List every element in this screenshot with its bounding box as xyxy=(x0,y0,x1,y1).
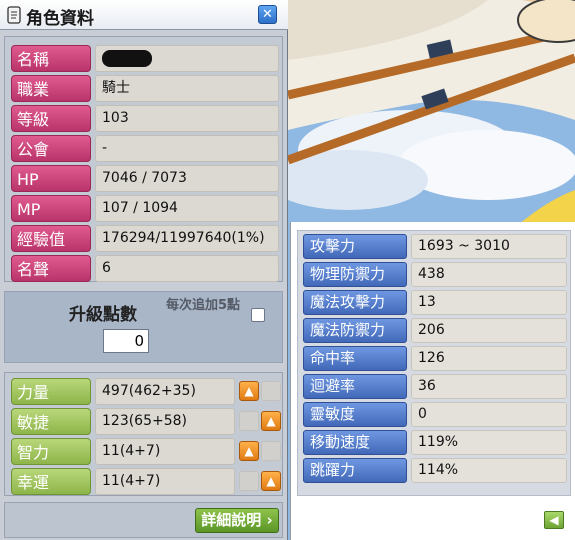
attr-value: 11(4+7) xyxy=(95,438,235,465)
stat-value: 114% xyxy=(411,458,567,483)
basic-info-section: 名稱 職業 騎士 等級 103 公會 - HP 7046 / 7073 MP 1… xyxy=(4,36,283,282)
attr-label: 敏捷 xyxy=(11,408,91,435)
stat-label: 靈敏度 xyxy=(303,402,407,427)
info-label: 職業 xyxy=(11,75,91,102)
info-value: 7046 / 7073 xyxy=(95,165,279,192)
detail-stats-list: 攻擊力 1693 ~ 3010 物理防禦力 438 魔法攻擊力 13 魔法防禦力… xyxy=(297,230,571,496)
close-icon: ✕ xyxy=(262,7,273,22)
footer-section: 詳細說明 › xyxy=(4,502,283,538)
arrow-up-icon: ▲ xyxy=(266,474,276,488)
stat-label: 攻擊力 xyxy=(303,234,407,259)
luk-up-button[interactable]: ▲ xyxy=(261,471,281,491)
detail-button-label: 詳細說明 xyxy=(201,511,262,529)
stat-label: 命中率 xyxy=(303,346,407,371)
stat-label: 魔法防禦力 xyxy=(303,318,407,343)
stat-label: 魔法攻擊力 xyxy=(303,290,407,315)
dex-button-disabled xyxy=(239,411,259,431)
ability-points-value: 0 xyxy=(103,329,149,353)
int-button-disabled xyxy=(261,441,281,461)
stat-value: 0 xyxy=(411,402,567,427)
str-button-disabled xyxy=(261,381,281,401)
window-title: 角色資料 xyxy=(26,9,94,29)
info-label: 經驗值 xyxy=(11,225,91,252)
stat-value: 126 xyxy=(411,346,567,371)
info-label: HP xyxy=(11,165,91,192)
collapse-detail-button[interactable]: ◀ xyxy=(544,511,564,529)
info-value: 騎士 xyxy=(95,75,279,102)
arrow-up-icon: ▲ xyxy=(244,444,254,458)
attributes-section: 力量 497(462+35) ▲ 敏捷 123(65+58) ▲ 智力 11(4… xyxy=(4,372,283,496)
info-value: 176294/11997640(1%) xyxy=(95,225,279,252)
info-label: 名聲 xyxy=(11,255,91,282)
redacted-name xyxy=(102,50,152,67)
info-label: 公會 xyxy=(11,135,91,162)
auto-assign-hint: 每次追加5點 xyxy=(165,298,241,313)
stat-label: 跳躍力 xyxy=(303,458,407,483)
attr-label: 智力 xyxy=(11,438,91,465)
info-value: 103 xyxy=(95,105,279,132)
str-up-button[interactable]: ▲ xyxy=(239,381,259,401)
chevron-right-icon: › xyxy=(261,511,273,529)
luk-button-disabled xyxy=(239,471,259,491)
info-label: MP xyxy=(11,195,91,222)
auto-assign-checkbox[interactable] xyxy=(251,308,265,322)
stat-value: 36 xyxy=(411,374,567,399)
window-title-bar[interactable]: 角色資料 ✕ xyxy=(0,0,288,30)
detail-stats-window: 攻擊力 1693 ~ 3010 物理防禦力 438 魔法攻擊力 13 魔法防禦力… xyxy=(290,222,575,540)
ability-points-section: 升級點數 0 每次追加5點 xyxy=(4,291,283,363)
stat-value: 438 xyxy=(411,262,567,287)
attr-value: 497(462+35) xyxy=(95,378,235,405)
arrow-left-icon: ◀ xyxy=(549,513,559,527)
attr-value: 123(65+58) xyxy=(95,408,235,435)
scroll-icon xyxy=(7,6,21,24)
int-up-button[interactable]: ▲ xyxy=(239,441,259,461)
detail-button[interactable]: 詳細說明 › xyxy=(195,508,279,533)
stat-value: 119% xyxy=(411,430,567,455)
stat-value: 206 xyxy=(411,318,567,343)
info-value xyxy=(95,45,279,72)
ability-points-label: 升級點數 xyxy=(69,305,137,325)
character-info-window: 角色資料 ✕ 名稱 職業 騎士 等級 103 公會 - HP 7046 / 70… xyxy=(0,0,288,540)
attr-label: 幸運 xyxy=(11,468,91,495)
stat-label: 物理防禦力 xyxy=(303,262,407,287)
dex-up-button[interactable]: ▲ xyxy=(261,411,281,431)
info-label: 等級 xyxy=(11,105,91,132)
attr-value: 11(4+7) xyxy=(95,468,235,495)
arrow-up-icon: ▲ xyxy=(266,414,276,428)
stat-label: 移動速度 xyxy=(303,430,407,455)
stat-label: 迴避率 xyxy=(303,374,407,399)
info-value: 107 / 1094 xyxy=(95,195,279,222)
info-value: 6 xyxy=(95,255,279,282)
close-button[interactable]: ✕ xyxy=(258,5,277,24)
info-label: 名稱 xyxy=(11,45,91,72)
info-value: - xyxy=(95,135,279,162)
attr-label: 力量 xyxy=(11,378,91,405)
arrow-up-icon: ▲ xyxy=(244,384,254,398)
stat-value: 1693 ~ 3010 xyxy=(411,234,567,259)
stat-value: 13 xyxy=(411,290,567,315)
